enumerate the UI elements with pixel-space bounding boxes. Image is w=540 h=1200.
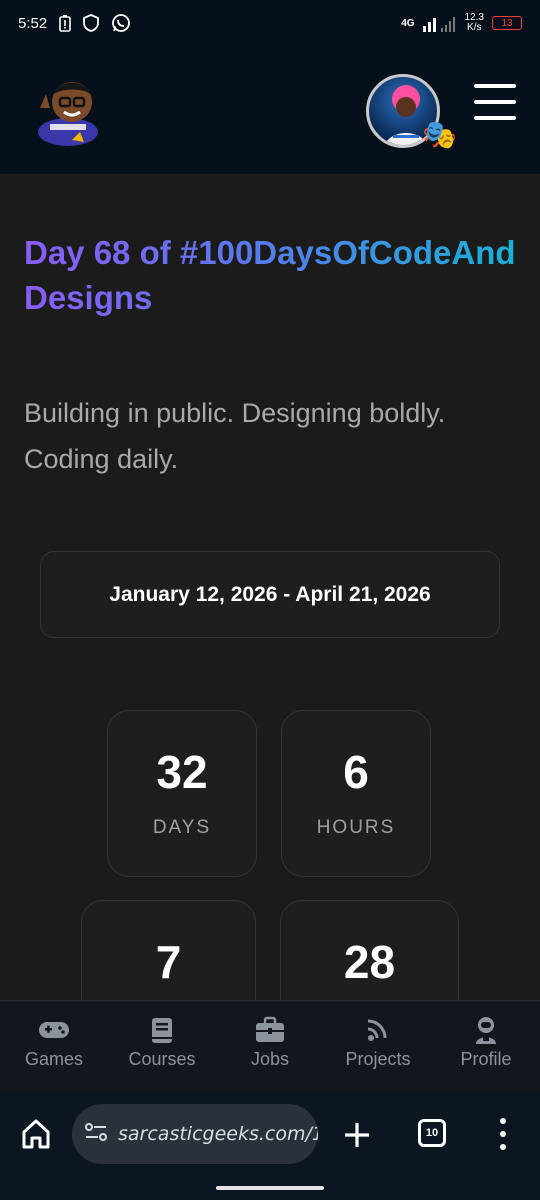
countdown-value: 7 [155, 936, 182, 988]
countdown-label: DAYS [152, 817, 212, 838]
theater-masks-icon: 🎭 [422, 119, 457, 150]
countdown-days-card: 32 DAYS [107, 710, 257, 877]
nav-label: Courses [128, 1049, 196, 1069]
more-vert-icon[interactable] [498, 1118, 508, 1150]
network-speed: 12.3 K/s [464, 12, 484, 33]
nav-item-jobs[interactable]: Jobs [216, 1001, 324, 1092]
site-header: 🎭 [0, 46, 540, 174]
url-text: sarcasticgeeks.com/100 [118, 1123, 318, 1145]
date-range-card: January 12, 2026 - April 21, 2026 [40, 551, 500, 638]
status-time: 5:52 [18, 14, 48, 32]
nav-item-profile[interactable]: Profile [432, 1001, 540, 1092]
signal-icon [422, 14, 457, 32]
battery-indicator: 13 [492, 16, 522, 30]
plus-icon[interactable] [340, 1118, 374, 1152]
nav-item-projects[interactable]: Projects [324, 1001, 432, 1092]
profile-avatar-wrap[interactable]: 🎭 [366, 74, 458, 166]
countdown-value: 6 [343, 746, 369, 798]
briefcase-icon [256, 1016, 284, 1042]
nav-label: Games [24, 1049, 84, 1069]
network-type: 4G [401, 17, 415, 29]
countdown-label: HOURS [316, 817, 396, 838]
rss-feed-icon [367, 1019, 387, 1041]
home-icon[interactable] [18, 1116, 54, 1152]
nav-label: Profile [460, 1049, 512, 1069]
bottom-nav: Games Courses Jobs Projects Profile [0, 1000, 540, 1092]
whatsapp-icon [111, 13, 131, 33]
gamepad-icon [39, 1022, 69, 1038]
nav-label: Projects [345, 1049, 411, 1069]
site-logo[interactable] [32, 74, 104, 146]
page-title: Day 68 of #100DaysOfCodeAndDesigns [24, 230, 516, 320]
hamburger-menu-icon[interactable] [474, 84, 516, 120]
shield-icon [83, 14, 100, 32]
status-bar: 5:52 4G 12.3 K/s 13 [0, 0, 540, 46]
countdown-value: 32 [156, 746, 208, 798]
site-settings-icon[interactable] [84, 1122, 108, 1147]
nav-item-courses[interactable]: Courses [108, 1001, 216, 1092]
nav-label: Jobs [250, 1049, 290, 1069]
tabs-icon[interactable]: 10 [418, 1119, 446, 1147]
book-icon [152, 1018, 172, 1043]
url-bar[interactable]: sarcasticgeeks.com/100 [72, 1104, 318, 1164]
nav-item-games[interactable]: Games [0, 1001, 108, 1092]
page-subtitle: Building in public. Designing boldly. Co… [24, 398, 446, 474]
countdown-value: 28 [343, 936, 396, 988]
battery-saver-icon [59, 14, 72, 32]
gesture-bar[interactable] [216, 1186, 324, 1190]
countdown-hours-card: 6 HOURS [281, 710, 431, 877]
user-astronaut-icon [476, 1017, 496, 1044]
